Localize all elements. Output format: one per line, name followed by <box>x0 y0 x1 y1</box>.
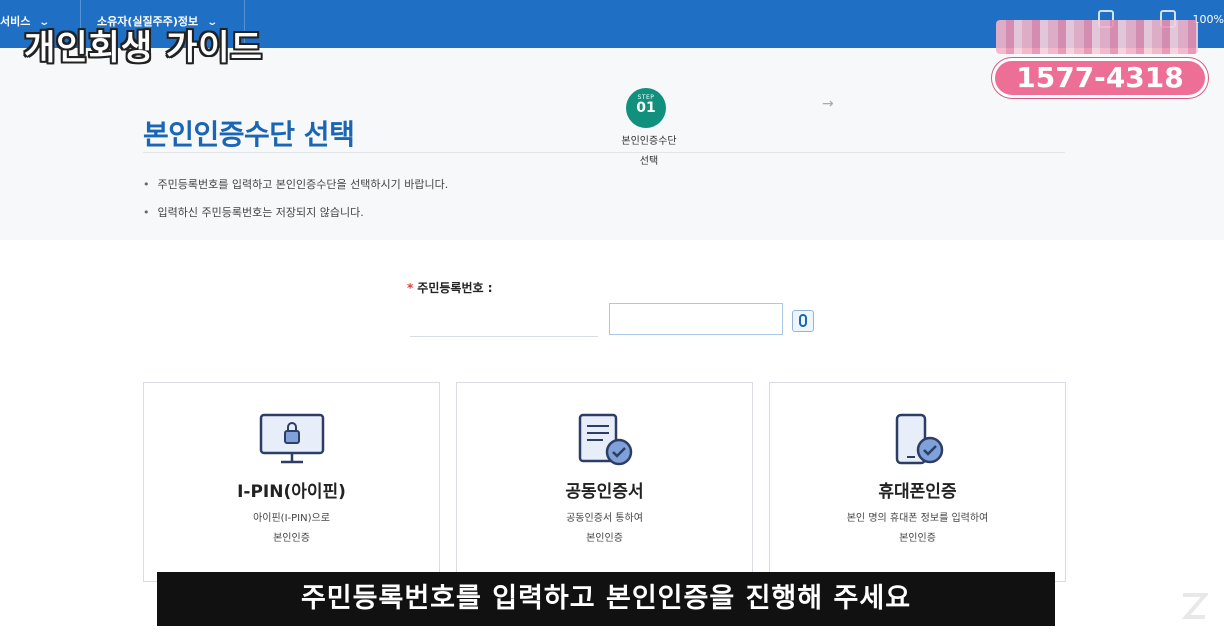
notice-item: • 주민등록번호를 입력하고 본인인증수단을 선택하시기 바랍니다. <box>143 176 448 192</box>
header-divider <box>143 152 1065 153</box>
notice-text: 입력하신 주민등록번호는 저장되지 않습니다. <box>157 206 364 219</box>
card-title: I-PIN(아이핀) <box>237 482 346 502</box>
card-desc-line: 공동인증서 통하여 <box>566 513 643 524</box>
step-caption-line: 선택 <box>639 156 659 167</box>
step-number: 01 <box>636 100 656 116</box>
auth-card-mobile[interactable]: 휴대폰인증 본인 명의 휴대폰 정보를 입력하여 본인인증 <box>769 382 1066 582</box>
rrn-field-label: * 주민등록번호 : <box>407 279 493 296</box>
step-indicator: STEP 01 <box>626 88 666 128</box>
card-title: 휴대폰인증 <box>878 482 957 502</box>
card-description: 본인 명의 휴대폰 정보를 입력하여 본인인증 <box>770 509 1065 549</box>
auth-card-ipin[interactable]: I-PIN(아이핀) 아이핀(I-PIN)으로 본인인증 <box>143 382 440 582</box>
page-title: 본인인증수단 선택 <box>143 118 355 151</box>
video-subtitle: 주민등록번호를 입력하고 본인인증을 진행해 주세요 <box>157 572 1055 626</box>
blurred-text-strip <box>996 20 1198 54</box>
rrn-back-input[interactable] <box>609 303 783 335</box>
card-description: 아이핀(I-PIN)으로 본인인증 <box>144 509 439 549</box>
monitor-lock-icon <box>259 413 325 469</box>
rrn-front-input[interactable] <box>410 305 598 337</box>
rrn-label-text: 주민등록번호 : <box>417 281 493 295</box>
phone-check-icon <box>891 413 945 471</box>
auth-card-certificate[interactable]: 공동인증서 공동인증서 통하여 본인인증 <box>456 382 753 582</box>
card-description: 공동인증서 통하여 본인인증 <box>457 509 752 549</box>
card-title: 공동인증서 <box>565 482 644 502</box>
virtual-keypad-button[interactable] <box>792 310 814 332</box>
mouse-icon <box>799 314 807 327</box>
certificate-check-icon <box>576 413 634 471</box>
required-mark: * <box>407 281 414 295</box>
bullet-icon: • <box>143 178 150 191</box>
step-arrow-icon: → <box>822 96 834 112</box>
notice-text: 주민등록번호를 입력하고 본인인증수단을 선택하시기 바랍니다. <box>157 178 449 191</box>
card-desc-line: 아이핀(I-PIN)으로 <box>253 513 330 524</box>
notice-item: • 입력하신 주민등록번호는 저장되지 않습니다. <box>143 204 364 220</box>
card-desc-line: 본인인증 <box>273 533 310 544</box>
bullet-icon: • <box>143 206 150 219</box>
brand-logo-icon <box>1180 591 1210 621</box>
card-desc-line: 본인인증 <box>899 533 936 544</box>
card-desc-line: 본인인증 <box>586 533 623 544</box>
step-caption-line: 본인인증수단 <box>621 136 677 147</box>
phone-number-badge: 1577-4318 <box>992 58 1208 98</box>
card-desc-line: 본인 명의 휴대폰 정보를 입력하여 <box>846 513 989 524</box>
guide-title-overlay: 개인회생 가이드 <box>24 28 263 68</box>
